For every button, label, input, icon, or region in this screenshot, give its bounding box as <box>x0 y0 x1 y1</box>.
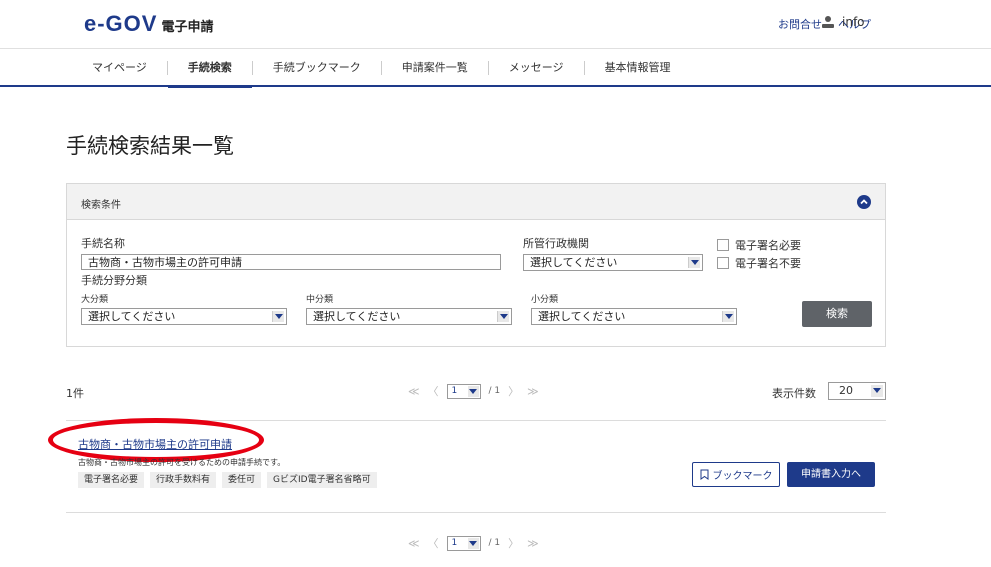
panel-header[interactable]: 検索条件 <box>67 184 885 220</box>
large-category-label: 大分類 <box>81 295 109 305</box>
divider <box>66 420 886 421</box>
user-name: info <box>842 15 865 29</box>
chevron-down-icon <box>467 385 479 397</box>
chevron-down-icon <box>497 311 509 322</box>
page-select[interactable]: 1 <box>446 383 481 399</box>
pagination-top: ≪ 〈 1 / 1 〉 ≫ <box>408 383 539 399</box>
medium-category-label: 中分類 <box>306 295 334 305</box>
last-page-button[interactable]: ≫ <box>527 537 539 550</box>
sig-not-required-label: 電子署名不要 <box>735 257 801 270</box>
bookmark-icon <box>700 469 708 480</box>
logo[interactable]: e-GOV 電子申請 <box>84 12 213 36</box>
divider <box>66 512 886 513</box>
user-icon <box>822 16 834 28</box>
per-page-select[interactable]: 20 <box>828 382 886 400</box>
apply-form-button[interactable]: 申請書入力へ <box>787 462 875 487</box>
user-menu[interactable]: info <box>820 14 865 30</box>
agency-select[interactable]: 選択してください <box>523 254 703 271</box>
header: e-GOV 電子申請 お問合せ ヘルプ info <box>0 0 991 48</box>
search-button[interactable]: 検索 <box>802 301 872 327</box>
chevron-down-icon <box>688 257 700 268</box>
search-conditions-panel: 検索条件 手続名称 所管行政機関 選択してください 電子署名必要 電子署名不要 … <box>66 183 886 347</box>
result-count: 1件 <box>66 387 84 400</box>
per-page-label: 表示件数 <box>772 387 816 400</box>
chevron-down-icon <box>871 385 883 397</box>
sig-not-required-option[interactable]: 電子署名不要 <box>717 255 801 271</box>
total-pages: / 1 <box>488 538 501 548</box>
bookmark-button[interactable]: ブックマーク <box>692 462 780 487</box>
result-tags: 電子署名必要 行政手数料有 委任可 GビズID電子署名省略可 <box>78 472 377 488</box>
chevron-down-icon <box>722 311 734 322</box>
small-category-select[interactable]: 選択してください <box>531 308 737 325</box>
procedure-name-input[interactable] <box>81 254 501 270</box>
sig-required-label: 電子署名必要 <box>735 239 801 252</box>
result-title-link[interactable]: 古物商・古物市場主の許可申請 <box>78 436 232 452</box>
page-title: 手続検索結果一覧 <box>66 134 234 158</box>
total-pages: / 1 <box>488 386 501 396</box>
nav-basic-info[interactable]: 基本情報管理 <box>583 60 691 75</box>
pagination-bottom: ≪ 〈 1 / 1 〉 ≫ <box>408 535 539 551</box>
logo-mark: e-GOV <box>84 11 158 36</box>
per-page-value: 20 <box>839 384 853 397</box>
nav-bookmarks[interactable]: 手続ブックマーク <box>251 60 381 75</box>
next-page-button[interactable]: 〉 <box>508 383 519 399</box>
chevron-down-icon <box>467 537 479 549</box>
sig-required-checkbox[interactable] <box>717 239 729 251</box>
current-page: 1 <box>451 385 458 396</box>
nav-mypage[interactable]: マイページ <box>72 61 167 75</box>
next-page-button[interactable]: 〉 <box>508 535 519 551</box>
medium-category-value: 選択してください <box>313 310 401 323</box>
prev-page-button[interactable]: 〈 <box>428 383 439 399</box>
logo-subtitle: 電子申請 <box>161 19 214 35</box>
first-page-button[interactable]: ≪ <box>408 537 420 550</box>
tag-gbizid: GビズID電子署名省略可 <box>267 472 377 488</box>
procedure-name-label: 手続名称 <box>81 237 125 250</box>
last-page-button[interactable]: ≫ <box>527 385 539 398</box>
tag-fee: 行政手数料有 <box>150 472 217 488</box>
large-category-value: 選択してください <box>88 310 176 323</box>
first-page-button[interactable]: ≪ <box>408 385 420 398</box>
sig-required-option[interactable]: 電子署名必要 <box>717 237 801 253</box>
panel-title: 検索条件 <box>81 200 121 211</box>
nav-messages[interactable]: メッセージ <box>487 60 584 75</box>
agency-select-value: 選択してください <box>530 256 618 269</box>
category-label: 手続分野分類 <box>81 274 147 287</box>
nav-applications[interactable]: 申請案件一覧 <box>380 60 488 75</box>
sig-not-required-checkbox[interactable] <box>717 257 729 269</box>
page-select[interactable]: 1 <box>446 535 481 551</box>
medium-category-select[interactable]: 選択してください <box>306 308 512 325</box>
chevron-up-icon[interactable] <box>857 195 871 209</box>
tag-delegation: 委任可 <box>222 472 262 488</box>
bookmark-button-label: ブックマーク <box>712 471 773 482</box>
agency-label: 所管行政機関 <box>523 237 589 250</box>
large-category-select[interactable]: 選択してください <box>81 308 287 325</box>
prev-page-button[interactable]: 〈 <box>428 535 439 551</box>
result-description: 古物商・古物市場主の許可を受けるための申請手続です。 <box>78 458 286 467</box>
small-category-label: 小分類 <box>531 295 559 305</box>
current-page: 1 <box>451 537 458 548</box>
chevron-down-icon <box>272 311 284 322</box>
tag-signature-required: 電子署名必要 <box>78 472 145 488</box>
small-category-value: 選択してください <box>538 310 626 323</box>
contact-link[interactable]: お問合せ <box>778 16 822 32</box>
main-nav: マイページ 手続検索 手続ブックマーク 申請案件一覧 メッセージ 基本情報管理 <box>0 48 991 88</box>
nav-procedure-search[interactable]: 手続検索 <box>166 60 252 88</box>
